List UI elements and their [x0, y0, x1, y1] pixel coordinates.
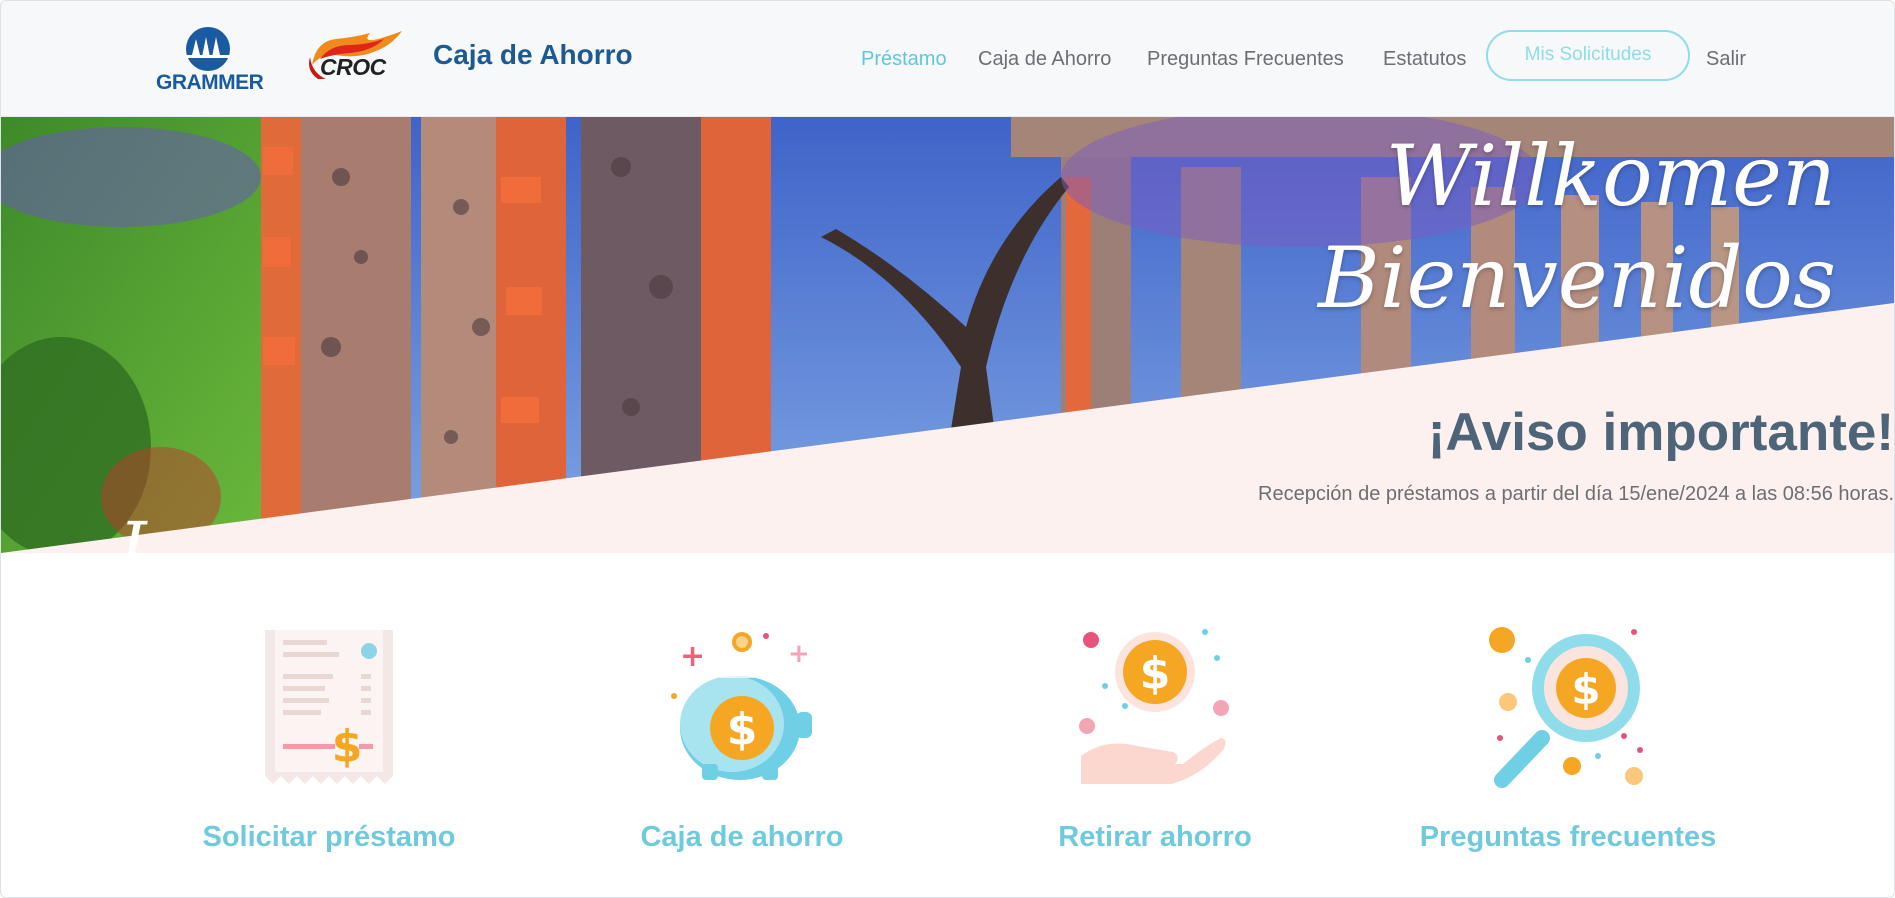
svg-text:$: $	[1140, 648, 1171, 699]
card-caja-de-ahorro[interactable]: + + $ Caja de ahorro	[562, 626, 922, 876]
hero-partial-text: I	[119, 507, 147, 553]
receipt-dollar-icon: $	[265, 630, 393, 784]
svg-text:$: $	[727, 704, 758, 755]
notice-title: ¡Aviso importante!	[1427, 403, 1894, 462]
app-window: GRAMMER CROC Caja de Ahorro Préstamo Caj…	[0, 0, 1895, 898]
top-navbar: GRAMMER CROC Caja de Ahorro Préstamo Caj…	[1, 1, 1894, 117]
nav-estatutos[interactable]: Estatutos	[1383, 48, 1466, 71]
svg-text:+: +	[680, 639, 705, 674]
mis-solicitudes-button[interactable]: Mis Solicitudes	[1486, 30, 1690, 81]
nav-prestamo[interactable]: Préstamo	[861, 48, 947, 71]
croc-logo-text: CROC	[320, 54, 386, 80]
svg-text:$: $	[1571, 665, 1600, 714]
hero-banner: Willkomen Bienvenidos I ¡Aviso important…	[1, 117, 1894, 553]
card-label: Solicitar préstamo	[202, 821, 456, 853]
hero-welcome-spanish: Bienvenidos	[1318, 229, 1836, 327]
card-label: Preguntas frecuentes	[1419, 821, 1717, 853]
brand-title[interactable]: Caja de Ahorro	[433, 39, 633, 71]
piggy-bank-icon: + + $	[671, 632, 812, 780]
nav-caja-de-ahorro[interactable]: Caja de Ahorro	[978, 48, 1111, 71]
card-solicitar-prestamo[interactable]: $ Solicitar préstamo	[149, 626, 509, 876]
grammer-logo-text: GRAMMER	[156, 71, 264, 94]
grammer-logo[interactable]: GRAMMER	[156, 25, 264, 97]
svg-text:$: $	[332, 721, 363, 772]
croc-logo[interactable]: CROC	[306, 29, 406, 89]
card-retirar-ahorro[interactable]: $ Retirar ahorro	[975, 626, 1335, 876]
hand-coin-icon: $	[1079, 629, 1229, 784]
svg-text:+: +	[788, 639, 810, 669]
nav-preguntas-frecuentes[interactable]: Preguntas Frecuentes	[1147, 48, 1344, 71]
magnifier-coin-icon: $	[1489, 627, 1643, 788]
card-label: Caja de ahorro	[640, 821, 844, 853]
hero-welcome-german: Willkomen	[1385, 127, 1836, 225]
card-label: Retirar ahorro	[1058, 821, 1252, 853]
notice-text: Recepción de préstamos a partir del día …	[1258, 483, 1894, 505]
logout-link[interactable]: Salir	[1706, 48, 1746, 71]
grammer-emblem-icon	[186, 27, 230, 71]
card-preguntas-frecuentes[interactable]: $ Preguntas frecuentes	[1388, 626, 1748, 876]
